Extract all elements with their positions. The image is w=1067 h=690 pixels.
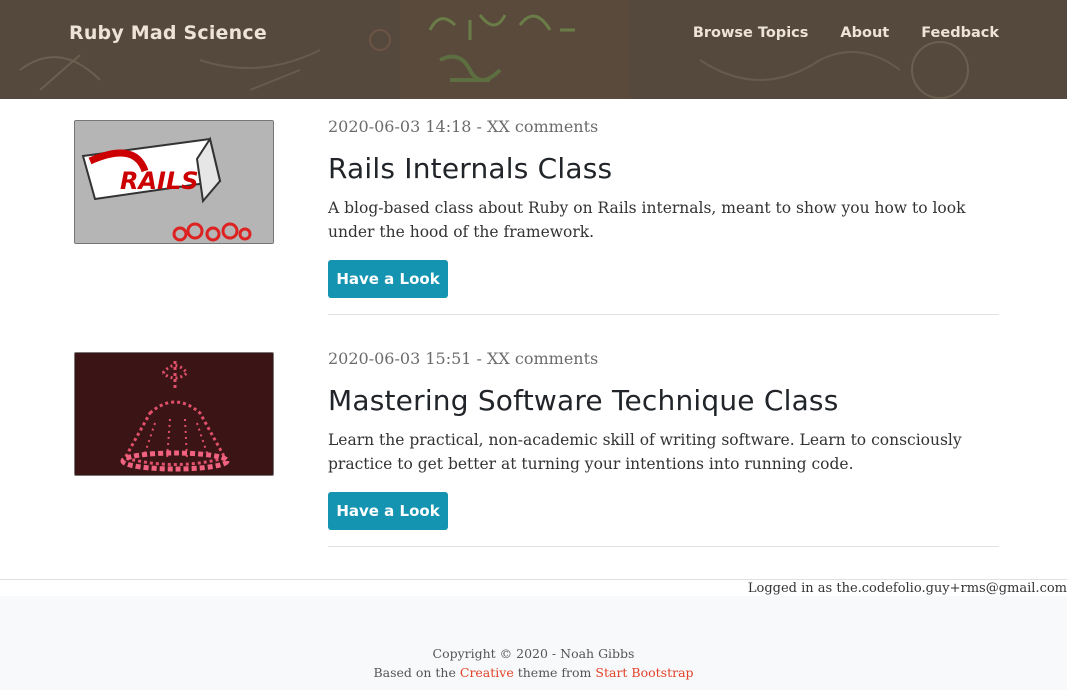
creative-theme-link[interactable]: Creative (460, 665, 514, 680)
theme-credit-middle: theme from (517, 665, 592, 680)
post-meta: 2020-06-03 14:18 - XX comments (328, 117, 599, 136)
top-navbar: Ruby Mad Science Browse Topics About Fee… (0, 0, 1067, 99)
page-rule (0, 579, 1067, 580)
rails-logo-text: RAILS (120, 167, 199, 195)
post-meta: 2020-06-03 15:51 - XX comments (328, 349, 599, 368)
rails-class-thumbnail[interactable]: RAILS (74, 120, 274, 244)
software-class-thumbnail[interactable] (74, 352, 274, 476)
logged-in-note: Logged in as the.codefolio.guy+rms@gmail… (747, 581, 1067, 596)
rails-logo-image: RAILS (75, 121, 273, 243)
chalkboard-background (0, 0, 1067, 99)
have-a-look-button[interactable]: Have a Look (328, 260, 448, 298)
post-divider (328, 314, 999, 315)
nav-feedback[interactable]: Feedback (921, 25, 999, 41)
chalk-bell-image (75, 353, 273, 475)
start-bootstrap-link[interactable]: Start Bootstrap (595, 665, 693, 680)
nav-about[interactable]: About (840, 25, 889, 41)
footer: Copyright © 2020 - Noah Gibbs Based on t… (0, 596, 1067, 690)
theme-credit: Based on the Creative theme from Start B… (0, 665, 1067, 680)
post-description: Learn the practical, non-academic skill … (328, 431, 962, 473)
have-a-look-button[interactable]: Have a Look (328, 492, 448, 530)
site-brand-link[interactable]: Ruby Mad Science (69, 22, 267, 44)
theme-credit-prefix: Based on the (373, 665, 456, 680)
post-title[interactable]: Mastering Software Technique Class (328, 384, 839, 417)
post-divider (328, 546, 999, 547)
main-nav: Browse Topics About Feedback (693, 25, 999, 41)
post-description: A blog-based class about Ruby on Rails i… (328, 199, 966, 241)
copyright-text: Copyright © 2020 - Noah Gibbs (432, 646, 635, 661)
nav-browse-topics[interactable]: Browse Topics (693, 25, 809, 41)
post-title[interactable]: Rails Internals Class (328, 152, 612, 185)
